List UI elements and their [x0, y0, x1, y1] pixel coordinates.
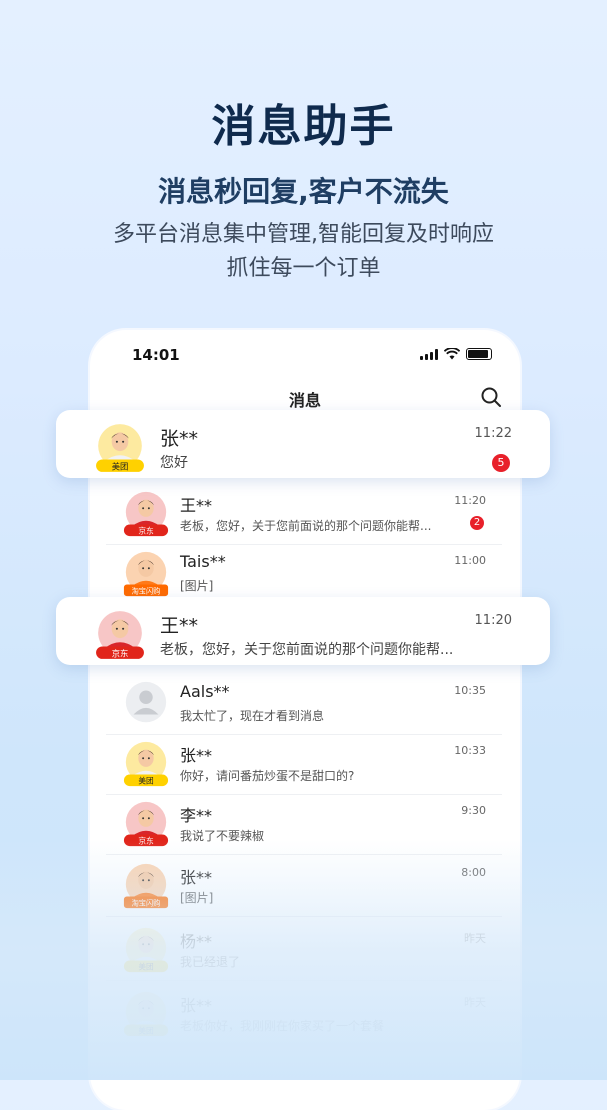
contact-name: 王** — [180, 496, 213, 515]
contact-name: 王** — [160, 615, 199, 637]
highlighted-conversation-card[interactable]: 美团 张** 您好 11:22 5 — [56, 410, 550, 478]
message-preview: 您好 — [160, 455, 188, 471]
svg-text:京东: 京东 — [112, 648, 129, 658]
highlighted-conversation-card[interactable]: 京东 王** 老板，您好，关于您前面说的那个问题你能帮... 11:20 — [56, 597, 550, 665]
message-time: 11:00 — [454, 554, 486, 567]
contact-name: 张** — [180, 746, 213, 765]
message-preview: [图片] — [180, 579, 214, 593]
wifi-icon — [444, 348, 460, 360]
message-time: 11:22 — [474, 426, 512, 441]
message-preview: 老板，您好，关于您前面说的那个问题你能帮... — [180, 519, 432, 533]
svg-text:淘宝闪购: 淘宝闪购 — [132, 587, 161, 596]
list-item[interactable]: Aals** 我太忙了，现在才看到消息 10:35 — [106, 672, 502, 735]
search-icon[interactable] — [480, 386, 502, 408]
message-time: 11:20 — [474, 613, 512, 628]
signal-icon — [420, 348, 438, 360]
default-avatar-icon — [122, 680, 170, 728]
avatar: 京东 — [94, 609, 146, 659]
message-preview: 老板，您好，关于您前面说的那个问题你能帮... — [160, 642, 454, 658]
contact-name: 张** — [160, 428, 199, 450]
message-time: 10:35 — [454, 684, 486, 697]
contact-name: Tais** — [180, 552, 226, 571]
contact-name: 李** — [180, 806, 213, 825]
contact-name: Aals** — [180, 682, 230, 701]
status-bar: 14:01 — [90, 330, 520, 380]
message-time: 9:30 — [461, 804, 486, 817]
bottom-fade — [0, 840, 607, 1080]
nav-title: 消息 — [288, 391, 321, 410]
unread-badge: 5 — [492, 454, 510, 472]
unread-badge: 2 — [470, 516, 484, 530]
svg-text:京东: 京东 — [138, 526, 154, 536]
svg-text:美团: 美团 — [112, 461, 129, 471]
message-preview: 我太忙了，现在才看到消息 — [180, 709, 325, 723]
svg-text:美团: 美团 — [138, 776, 154, 786]
list-item[interactable]: 美团 张** 你好，请问番茄炒蛋不是甜口的? 10:33 — [106, 732, 502, 795]
page-title: 消息助手 — [211, 101, 396, 152]
message-preview: 你好，请问番茄炒蛋不是甜口的? — [180, 769, 355, 783]
page-description-line-2: 抓住每一个订单 — [226, 256, 381, 281]
page-subtitle: 消息秒回复,客户不流失 — [158, 175, 449, 208]
list-item[interactable]: 京东 王** 老板，您好，关于您前面说的那个问题你能帮... 11:20 2 — [106, 482, 502, 545]
avatar: 淘宝闪购 — [122, 550, 170, 598]
message-time: 11:20 — [454, 494, 486, 507]
status-time: 14:01 — [132, 346, 180, 364]
battery-icon — [466, 348, 492, 360]
message-time: 10:33 — [454, 744, 486, 757]
page-description-line-1: 多平台消息集中管理,智能回复及时响应 — [113, 222, 494, 247]
list-item[interactable]: 淘宝闪购 Tais** [图片] 11:00 — [106, 542, 502, 605]
avatar: 美团 — [122, 740, 170, 788]
avatar: 京东 — [122, 490, 170, 538]
avatar: 美团 — [94, 422, 146, 472]
